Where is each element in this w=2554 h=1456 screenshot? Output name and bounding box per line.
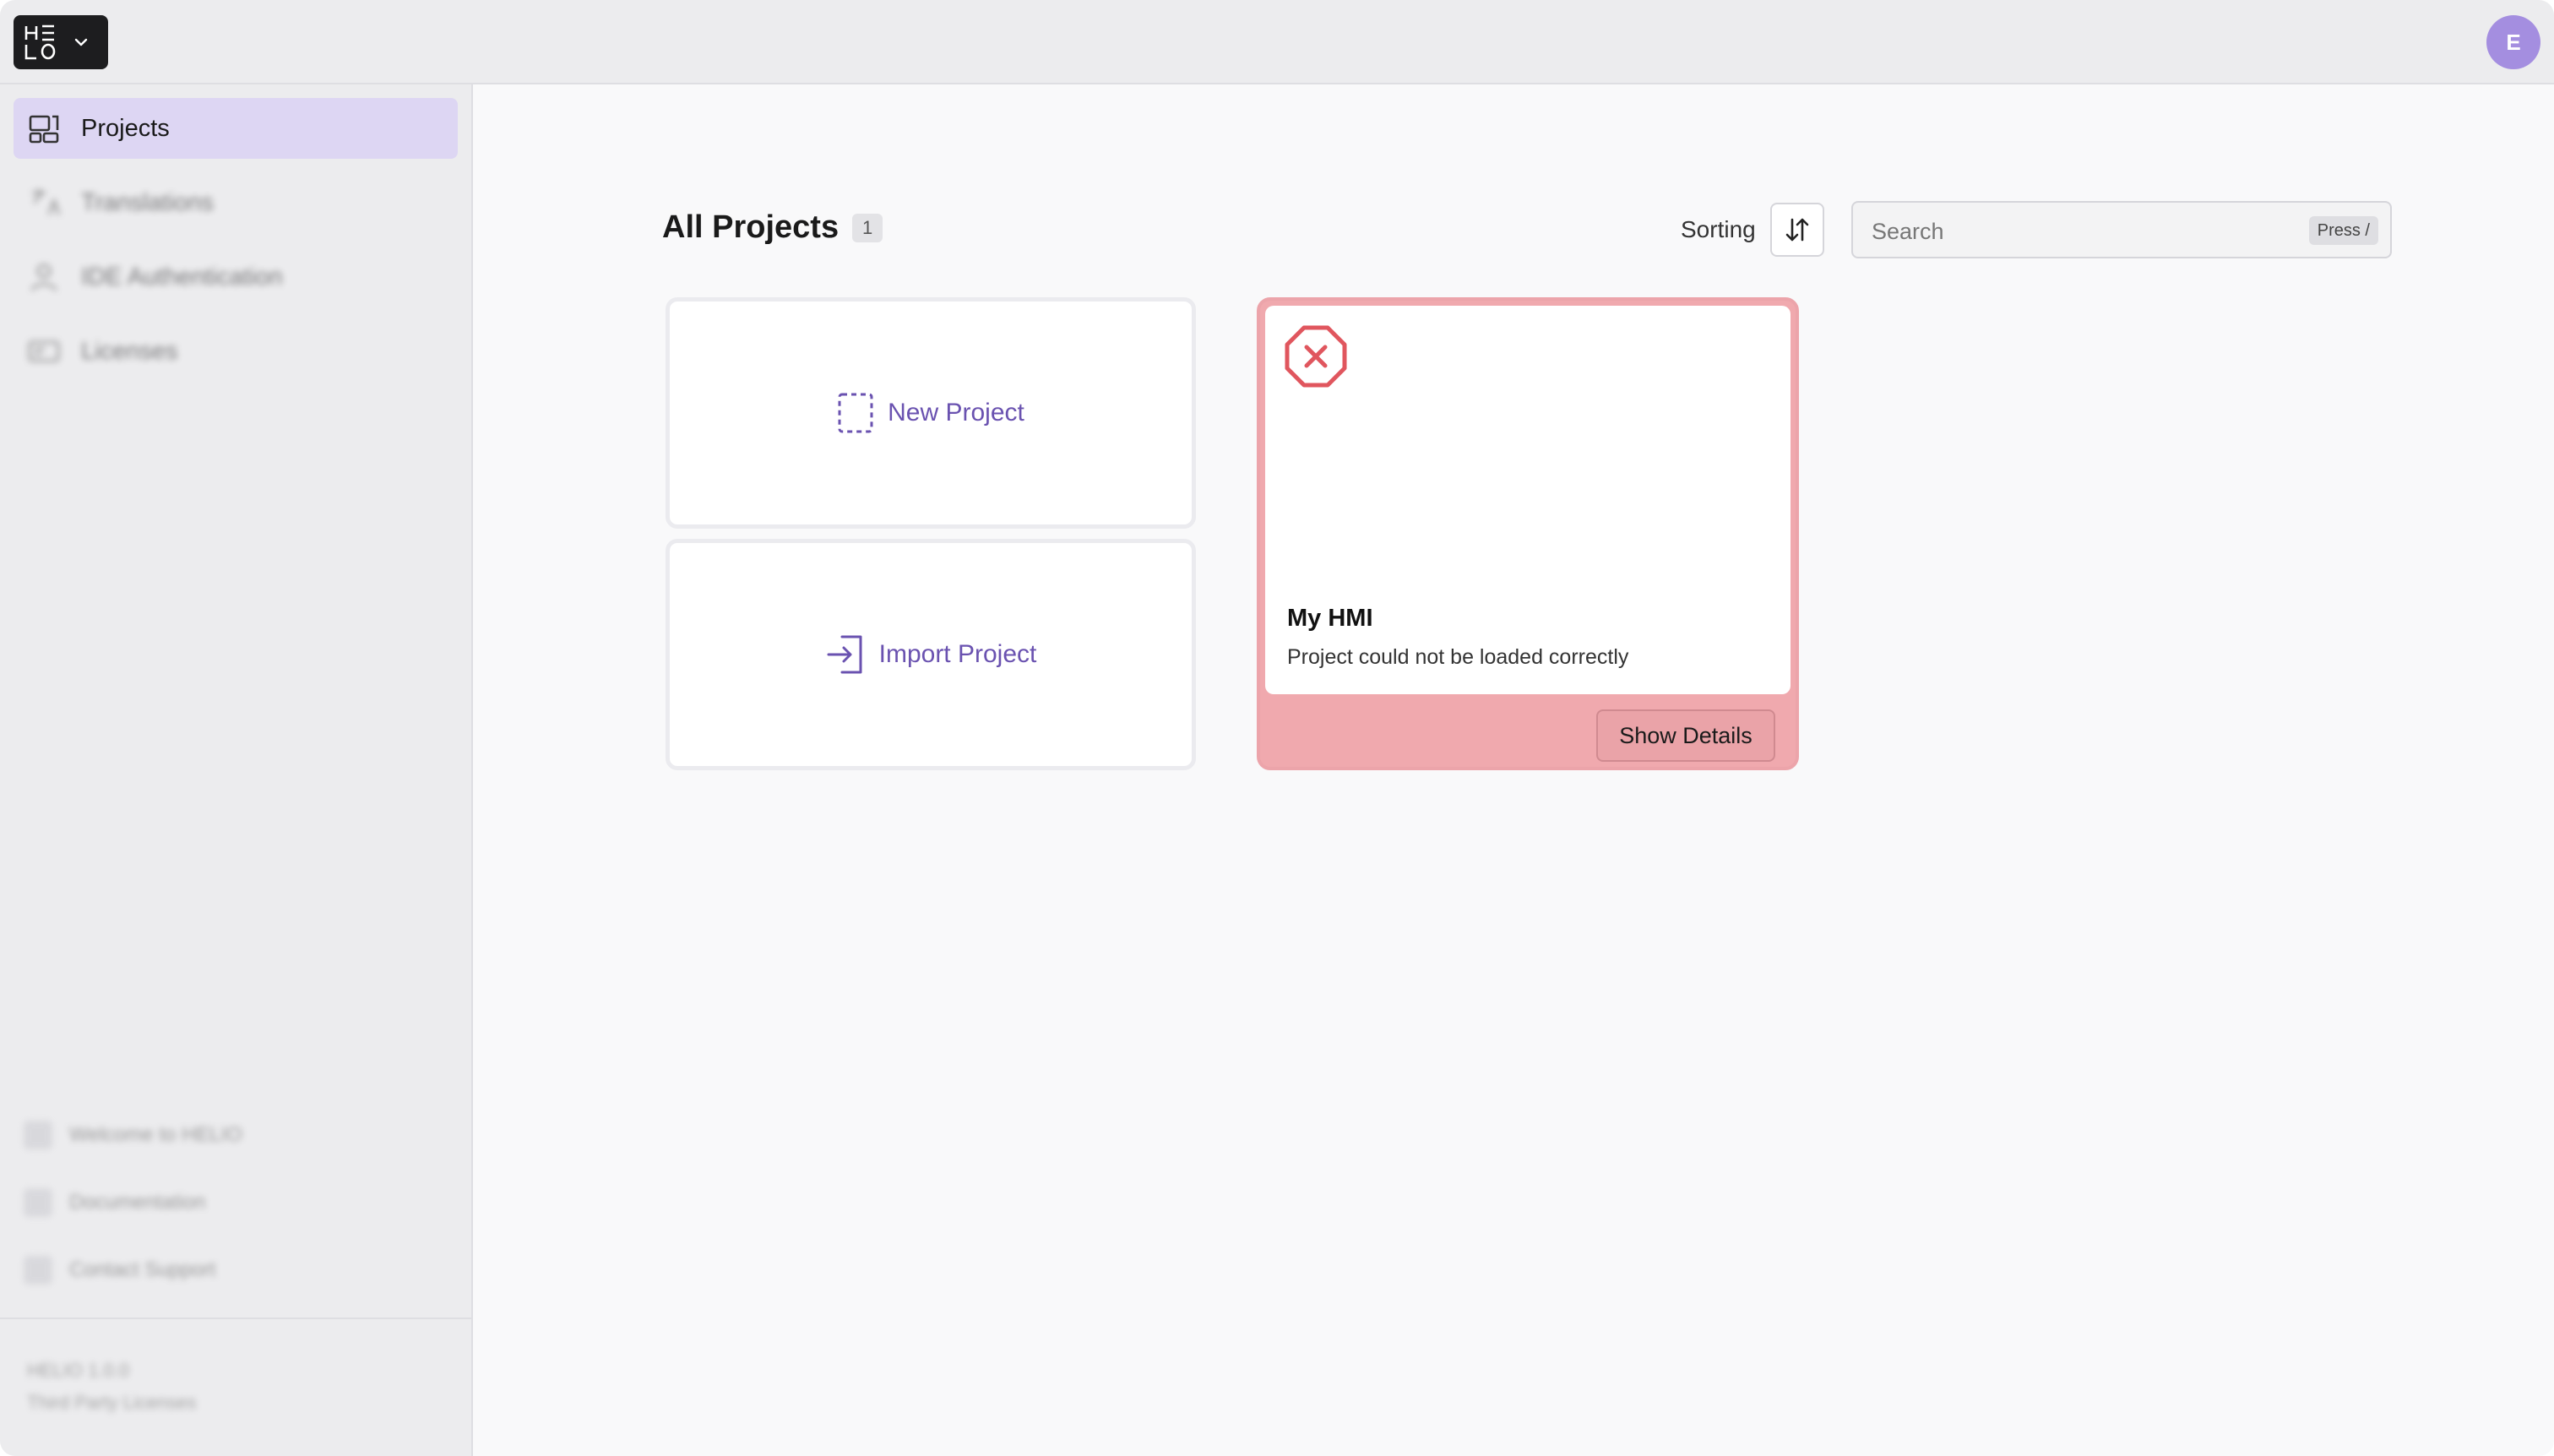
sidebar-footer-item-documentation[interactable]: Documentation (24, 1179, 446, 1226)
project-count-badge: 1 (852, 213, 883, 242)
support-icon (24, 1256, 52, 1285)
import-icon (827, 635, 862, 674)
error-octagon-icon (1285, 325, 1347, 388)
sidebar-item-label: IDE Authentication (81, 263, 283, 291)
sidebar-item-label: Projects (81, 114, 170, 142)
sidebar-footer-item-welcome[interactable]: Welcome to HELIO (24, 1111, 446, 1159)
sidebar-divider (0, 1317, 473, 1319)
dashed-rectangle-icon (838, 393, 873, 433)
version-text: HELIO 1.0.0 (27, 1360, 130, 1381)
third-party-link[interactable]: Third Party Licenses (27, 1392, 197, 1414)
projects-icon (29, 115, 59, 144)
user-icon (30, 263, 57, 291)
search-input[interactable] (1872, 215, 2277, 248)
project-card-body: My HMI Project could not be loaded corre… (1265, 306, 1791, 694)
search-box: Press / (1851, 201, 2392, 258)
chevron-down-icon (74, 38, 88, 46)
helio-logo (24, 24, 64, 61)
show-details-button[interactable]: Show Details (1596, 709, 1775, 762)
sidebar-footer-label: Welcome to HELIO (69, 1123, 242, 1146)
app-window: E Projects Translations IDE Authenticati… (0, 0, 2554, 1456)
sidebar-item-ide-authentication[interactable]: IDE Authentication (14, 247, 458, 307)
helio-logo-icon (24, 24, 56, 60)
search-shortcut-hint: Press / (2308, 216, 2378, 245)
import-project-card[interactable]: Import Project (666, 539, 1196, 770)
info-icon (24, 1121, 52, 1149)
sidebar-item-projects[interactable]: Projects (14, 98, 458, 159)
new-project-label: New Project (888, 399, 1024, 426)
sidebar-item-label: Licenses (81, 337, 178, 365)
top-bar: E (0, 0, 2554, 84)
sidebar-footer-item-support[interactable]: Contact Support (24, 1247, 446, 1294)
project-card-my-hmi[interactable]: My HMI Project could not be loaded corre… (1257, 297, 1799, 770)
sorting-label: Sorting (1681, 216, 1756, 242)
sidebar-footer-label: Documentation (69, 1191, 206, 1214)
translations-icon (32, 189, 61, 215)
import-project-label: Import Project (878, 640, 1037, 668)
sidebar: Projects Translations IDE Authentication… (0, 84, 473, 1456)
page-title: All Projects (662, 209, 840, 245)
sort-arrows-icon (1785, 218, 1809, 242)
sidebar-item-translations[interactable]: Translations (14, 172, 458, 233)
new-project-card[interactable]: New Project (666, 297, 1196, 529)
sidebar-item-label: Translations (81, 188, 214, 216)
project-name: My HMI (1287, 605, 1373, 632)
page-header: All Projects 1 (662, 209, 883, 246)
user-avatar[interactable]: E (2486, 15, 2540, 69)
app-switcher-button[interactable] (14, 15, 108, 69)
sidebar-footer-label: Contact Support (69, 1258, 216, 1281)
main-content: All Projects 1 Sorting Press / New Proje… (475, 84, 2554, 1456)
sidebar-item-licenses[interactable]: Licenses (14, 321, 458, 382)
book-icon (24, 1188, 52, 1217)
license-icon (28, 340, 60, 362)
sort-button[interactable] (1770, 203, 1824, 257)
project-error-message: Project could not be loaded correctly (1287, 645, 1629, 669)
